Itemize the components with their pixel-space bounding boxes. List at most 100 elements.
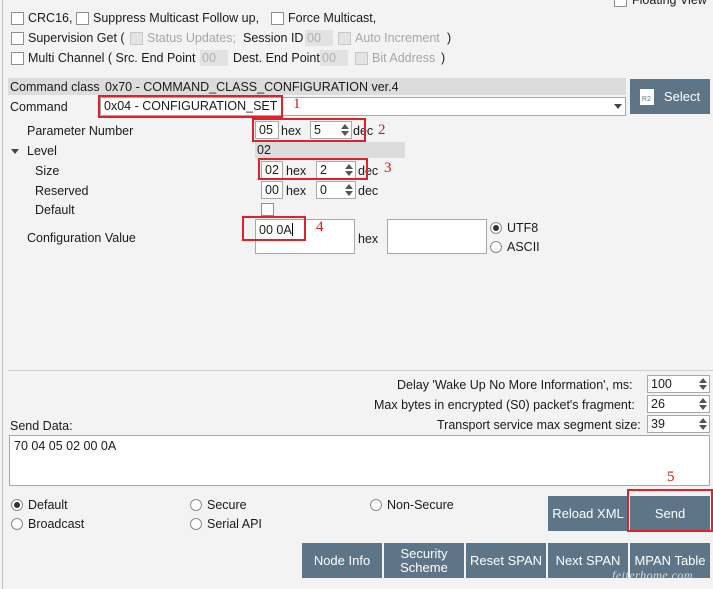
left-border	[2, 0, 3, 589]
spinner-arrows-icon[interactable]	[344, 183, 354, 197]
utf8-label: UTF8	[507, 221, 539, 235]
supervision-get-checkbox[interactable]	[11, 32, 24, 45]
secure-radio[interactable]	[190, 499, 202, 511]
supervision-close-paren: )	[447, 31, 452, 45]
spinner-arrows-icon[interactable]	[344, 163, 354, 177]
select-button[interactable]: R2 Select	[630, 79, 710, 114]
floating-view-checkbox[interactable]	[614, 0, 627, 7]
wake-up-delay-stepper[interactable]: 100	[647, 375, 710, 393]
ascii-radio[interactable]	[490, 241, 502, 253]
configuration-value-label: Configuration Value	[27, 231, 136, 245]
size-label: Size	[35, 164, 60, 178]
multi-channel-close-paren: )	[441, 51, 446, 65]
reset-span-button[interactable]: Reset SPAN	[466, 543, 546, 578]
reserved-label: Reserved	[35, 184, 89, 198]
parameter-number-dec-value: 5	[314, 123, 321, 137]
default-security-label: Default	[28, 498, 68, 512]
security-scheme-button[interactable]: Security Scheme	[384, 543, 464, 578]
select-icon-text: R2	[641, 95, 651, 103]
ascii-label: ASCII	[507, 240, 540, 254]
multi-channel-checkbox[interactable]	[11, 52, 24, 65]
size-dec-value: 2	[320, 163, 327, 177]
annotation-number-5: 5	[667, 469, 675, 485]
parameter-number-label: Parameter Number	[27, 124, 134, 138]
reserved-dec-stepper[interactable]: 0	[316, 181, 356, 199]
level-value: 02	[255, 142, 405, 158]
select-icon: R2	[639, 88, 654, 105]
force-multicast-checkbox[interactable]	[271, 12, 284, 25]
bit-address-checkbox[interactable]	[355, 52, 368, 65]
text-cursor	[291, 223, 293, 236]
configuration-value-input[interactable]: 00 0A	[255, 219, 355, 254]
status-updates-label: Status Updates;	[147, 31, 236, 45]
spinner-arrows-icon[interactable]	[698, 377, 708, 391]
reserved-hex-label: hex	[286, 184, 307, 198]
non-secure-radio[interactable]	[370, 499, 382, 511]
serial-api-label: Serial API	[207, 517, 262, 531]
size-dec-stepper[interactable]: 2	[316, 161, 356, 179]
reserved-dec-value: 0	[320, 183, 327, 197]
status-updates-checkbox[interactable]	[130, 32, 143, 45]
bit-address-label: Bit Address	[372, 51, 436, 65]
default-security-radio[interactable]	[11, 499, 23, 511]
command-class-label: Command class	[10, 80, 100, 94]
session-id-label: Session ID	[243, 31, 304, 45]
default-label: Default	[35, 203, 75, 217]
transport-segment-label: Transport service max segment size:	[437, 418, 641, 432]
serial-api-radio[interactable]	[190, 518, 202, 530]
configuration-value-text-input[interactable]	[387, 219, 487, 254]
configuration-value-text: 00 0A	[259, 223, 292, 237]
crc16-label: CRC16,	[28, 11, 73, 25]
send-button[interactable]: Send	[630, 496, 710, 531]
crc16-checkbox[interactable]	[11, 12, 24, 25]
reload-xml-button[interactable]: Reload XML	[548, 496, 628, 531]
force-multicast-label: Force Multicast,	[288, 11, 377, 25]
command-class-value: 0x70 - COMMAND_CLASS_CONFIGURATION ver.4	[105, 80, 399, 94]
suppress-multicast-checkbox[interactable]	[76, 12, 89, 25]
collapse-arrow-icon[interactable]	[11, 149, 19, 154]
auto-increment-label: Auto Increment	[355, 31, 440, 45]
size-hex-input[interactable]: 02	[261, 161, 283, 179]
parameter-number-dec-stepper[interactable]: 5	[310, 121, 352, 139]
annotation-number-4: 4	[316, 219, 324, 235]
annotation-number-3: 3	[384, 160, 392, 176]
supervision-get-label: Supervision Get (	[28, 31, 125, 45]
floating-view-label: Floating View	[632, 0, 707, 7]
max-bytes-stepper[interactable]: 26	[647, 395, 710, 413]
send-data-label: Send Data:	[10, 419, 73, 433]
auto-increment-checkbox[interactable]	[338, 32, 351, 45]
watermark: feiterhome.com	[612, 568, 694, 582]
max-bytes-label: Max bytes in encrypted (S0) packet's fra…	[374, 398, 635, 412]
command-dropdown-value: 0x04 - CONFIGURATION_SET	[104, 99, 278, 113]
node-info-button[interactable]: Node Info	[302, 543, 382, 578]
send-data-textarea[interactable]: 70 04 05 02 00 0A	[9, 435, 710, 486]
non-secure-label: Non-Secure	[387, 498, 454, 512]
annotation-number-1: 1	[293, 96, 301, 112]
dest-end-point-input[interactable]: 00	[320, 50, 348, 66]
src-end-point-input[interactable]: 00	[200, 50, 228, 66]
send-data-value: 70 04 05 02 00 0A	[14, 439, 117, 453]
spinner-arrows-icon[interactable]	[340, 123, 350, 137]
transport-segment-stepper[interactable]: 39	[647, 415, 710, 433]
level-label: Level	[27, 144, 57, 158]
command-dropdown[interactable]: 0x04 - CONFIGURATION_SET	[100, 97, 626, 116]
broadcast-radio[interactable]	[11, 518, 23, 530]
parameter-number-hex-label: hex	[281, 124, 302, 138]
wake-up-delay-label: Delay 'Wake Up No More Information', ms:	[397, 378, 633, 392]
parameter-number-hex-input[interactable]: 05	[255, 121, 279, 139]
session-id-input[interactable]: 00	[305, 30, 333, 46]
multi-channel-label: Multi Channel ( Src. End Point	[28, 51, 196, 65]
broadcast-label: Broadcast	[28, 517, 85, 531]
transport-segment-value: 39	[651, 417, 665, 431]
size-dec-label: dec	[358, 164, 379, 178]
default-checkbox[interactable]	[261, 203, 274, 216]
spinner-arrows-icon[interactable]	[698, 417, 708, 431]
reserved-dec-label: dec	[358, 184, 379, 198]
annotation-number-2: 2	[378, 122, 386, 138]
wake-up-delay-value: 100	[651, 377, 672, 391]
max-bytes-value: 26	[651, 397, 665, 411]
dest-end-point-label: Dest. End Point	[233, 51, 320, 65]
reserved-hex-input[interactable]: 00	[261, 181, 283, 199]
spinner-arrows-icon[interactable]	[698, 397, 708, 411]
utf8-radio[interactable]	[490, 222, 502, 234]
